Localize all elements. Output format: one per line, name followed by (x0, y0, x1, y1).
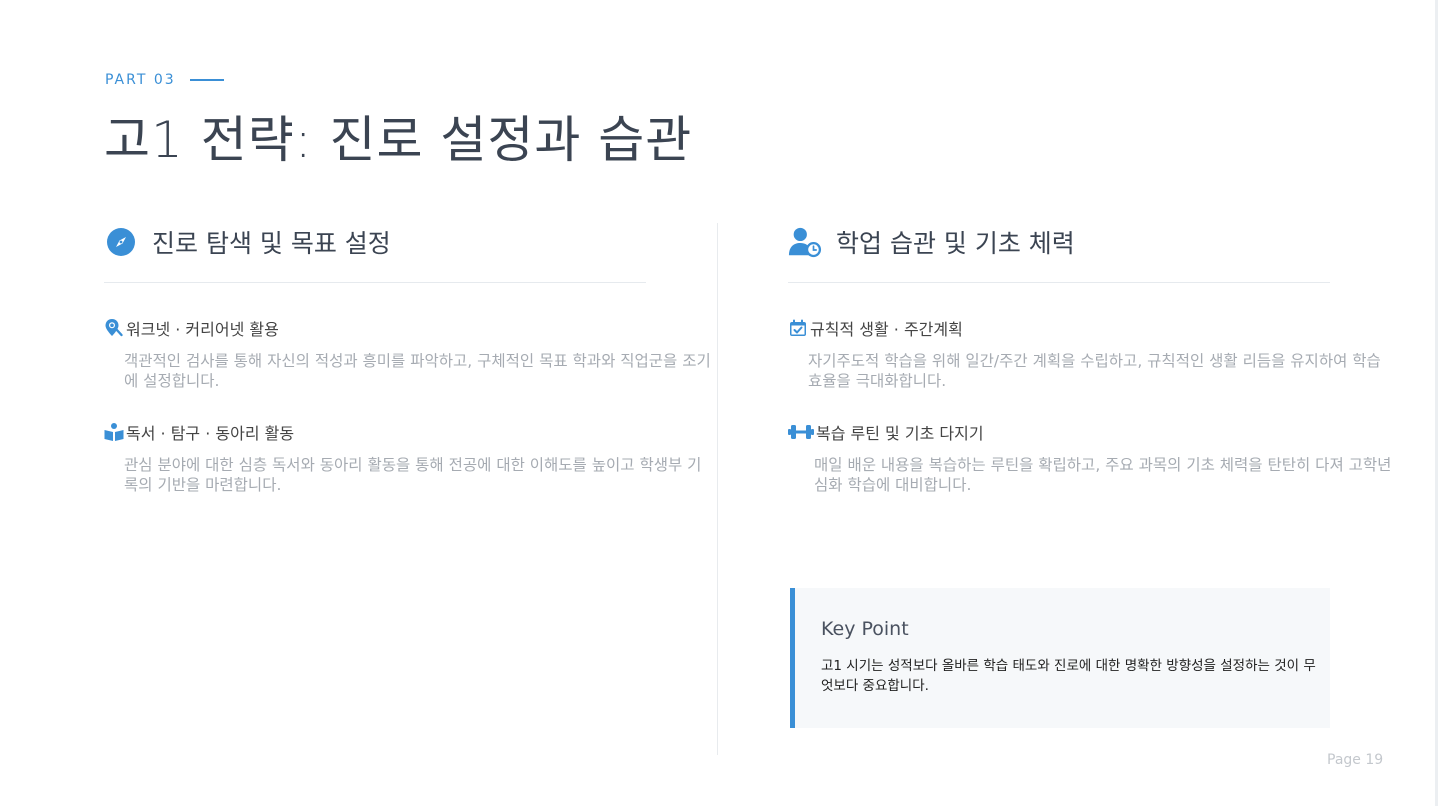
compass-icon (104, 225, 138, 259)
item-title: 복습 루틴 및 기초 다지기 (816, 424, 984, 443)
section-title: 학업 습관 및 기초 체력 (836, 229, 1075, 258)
page-title: 고1 전략: 진로 설정과 습관 (104, 111, 693, 169)
section-divider (788, 282, 1330, 283)
item-description: 객관적인 검사를 통해 자신의 적성과 흥미를 파악하고, 구체적인 목표 학과… (124, 352, 711, 390)
item-description: 관심 분야에 대한 심층 독서와 동아리 활동을 통해 전공에 대한 이해도를 … (124, 456, 702, 494)
section-header: 학업 습관 및 기초 체력 (788, 222, 1348, 262)
section-divider (104, 282, 646, 283)
part-label-text: PART 03 (105, 72, 176, 88)
item-description: 매일 배운 내용을 복습하는 루틴을 확립하고, 주요 과목의 기초 체력을 탄… (814, 456, 1392, 494)
list-item: 워크넷 · 커리어넷 활용 객관적인 검사를 통해 자신의 적성과 흥미를 파악… (104, 317, 711, 391)
list-item: 규칙적 생활 · 주간계획 자기주도적 학습을 위해 일간/주간 계획을 수립하… (788, 317, 1381, 391)
item-header: 복습 루틴 및 기초 다지기 (788, 421, 1348, 443)
item-header: 독서 · 탐구 · 동아리 활동 (104, 421, 664, 443)
key-point-title: Key Point (821, 618, 909, 640)
habit-column: 학업 습관 및 기초 체력 규칙적 생활 · 주간계획 자기주도적 학습을 위해… (788, 222, 1391, 495)
section-title: 진로 탐색 및 목표 설정 (152, 229, 391, 258)
slide: PART 03 고1 전략: 진로 설정과 습관 진로 탐색 및 목표 설정 워… (0, 0, 1438, 806)
key-point-text: 고1 시기는 성적보다 올바른 학습 태도와 진로에 대한 명확한 방향성을 설… (821, 658, 1316, 694)
section-header: 진로 탐색 및 목표 설정 (104, 222, 664, 262)
item-header: 규칙적 생활 · 주간계획 (788, 317, 1348, 339)
map-pin-search-icon (104, 318, 124, 338)
item-title: 독서 · 탐구 · 동아리 활동 (126, 424, 295, 443)
book-reader-icon (104, 422, 124, 442)
item-title: 규칙적 생활 · 주간계획 (810, 320, 963, 339)
calendar-check-icon (788, 318, 808, 338)
item-description: 자기주도적 학습을 위해 일간/주간 계획을 수립하고, 규칙적인 생활 리듬을… (808, 352, 1381, 390)
part-label-line (189, 79, 224, 81)
item-title: 워크넷 · 커리어넷 활용 (126, 320, 279, 339)
list-item: 독서 · 탐구 · 동아리 활동 관심 분야에 대한 심층 독서와 동아리 활동… (104, 421, 701, 495)
page-number: Page 19 (1327, 752, 1384, 768)
dumbbell-icon (788, 422, 814, 442)
item-header: 워크넷 · 커리어넷 활용 (104, 317, 664, 339)
part-label: PART 03 (105, 72, 224, 88)
column-divider (717, 223, 718, 755)
key-point-box: Key Point 고1 시기는 성적보다 올바른 학습 태도와 진로에 대한 … (790, 588, 1330, 728)
user-clock-icon (788, 225, 822, 259)
list-item: 복습 루틴 및 기초 다지기 매일 배운 내용을 복습하는 루틴을 확립하고, … (788, 421, 1391, 495)
career-column: 진로 탐색 및 목표 설정 워크넷 · 커리어넷 활용 객관적인 검사를 통해 … (104, 222, 711, 495)
